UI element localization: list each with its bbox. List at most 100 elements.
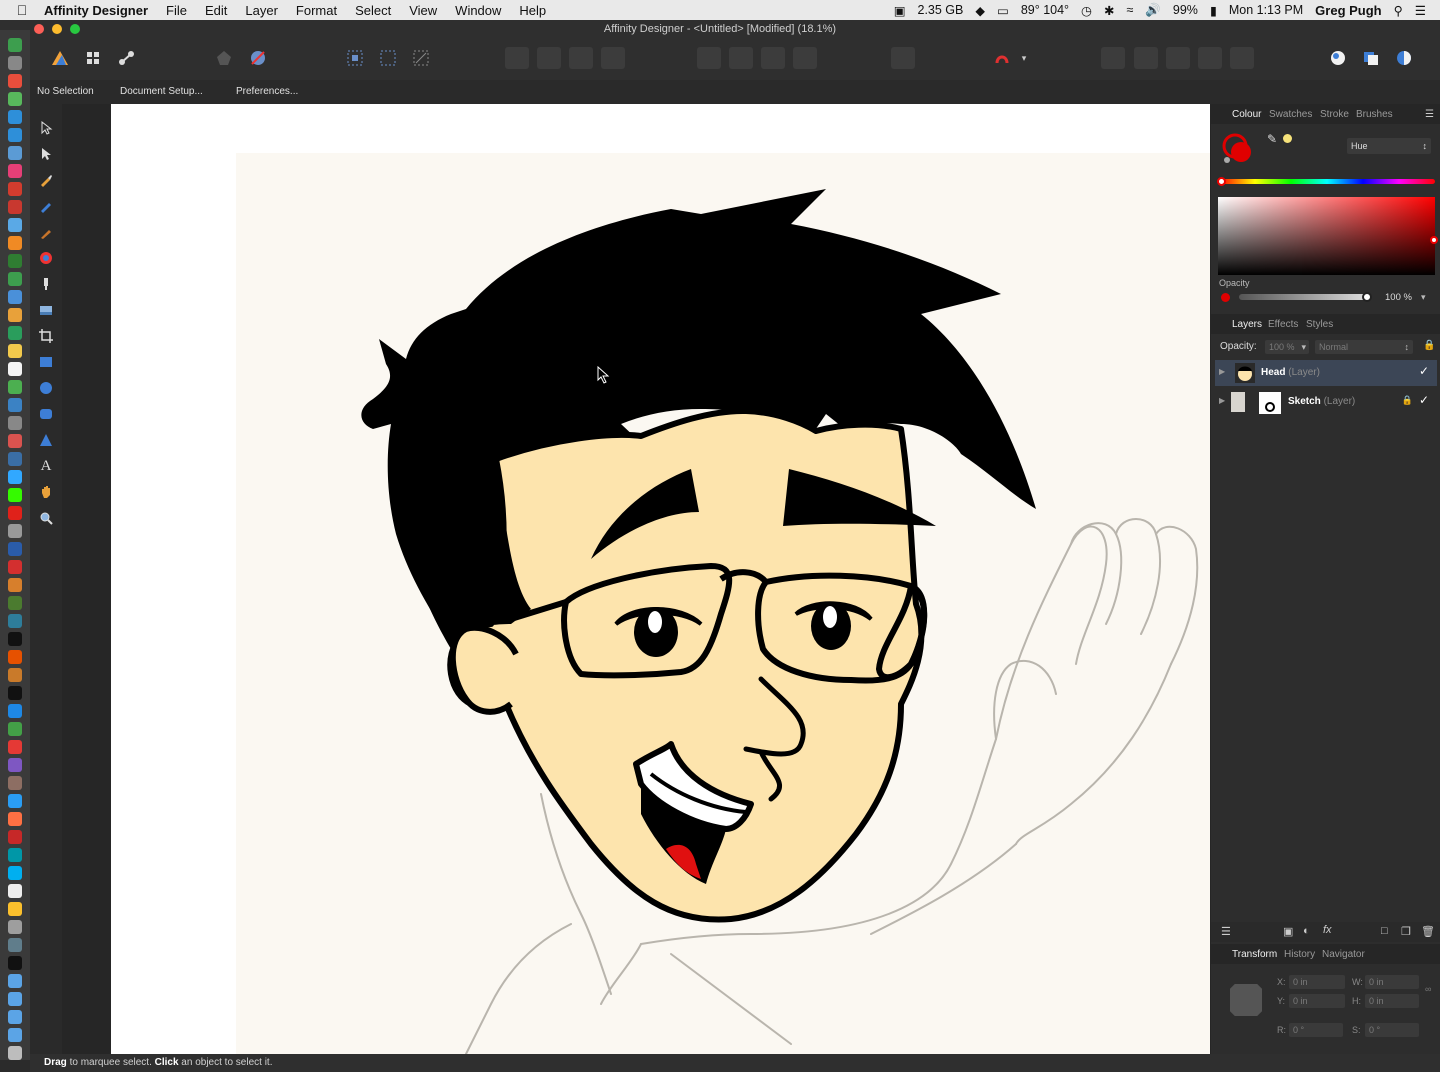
mail-app-icon[interactable] <box>8 542 22 556</box>
launchpad-icon[interactable] <box>8 56 22 70</box>
node-tool-icon[interactable] <box>36 144 56 164</box>
dreamweaver-icon[interactable] <box>8 488 22 502</box>
tab-layers[interactable]: Layers <box>1232 319 1262 330</box>
affinity-icon[interactable] <box>8 452 22 466</box>
chrome-icon[interactable] <box>8 380 22 394</box>
layers-stack-icon[interactable]: ☰ <box>1221 925 1231 938</box>
hue-slider-handle[interactable] <box>1217 177 1226 186</box>
document-setup-button[interactable]: Document Setup... <box>120 86 203 97</box>
select-none-icon[interactable] <box>376 47 400 69</box>
rounded-rectangle-tool-icon[interactable] <box>36 404 56 424</box>
layer-opacity-field[interactable]: 100 % ▾ <box>1265 340 1309 354</box>
duplicate-layer-icon[interactable]: ❐ <box>1401 925 1411 938</box>
documents-folder-icon[interactable] <box>8 1010 22 1024</box>
pen-tool-icon[interactable] <box>36 170 56 190</box>
close-window-button[interactable] <box>34 24 44 34</box>
lock-icon[interactable]: 🔒 <box>1423 340 1435 351</box>
terminal-icon[interactable] <box>8 686 22 700</box>
tab-colour[interactable]: Colour <box>1232 109 1261 120</box>
imovie-icon[interactable] <box>8 758 22 772</box>
opacity-dropdown-icon[interactable]: ▾ <box>1421 292 1426 303</box>
alignment-icon[interactable] <box>891 47 915 69</box>
tab-swatches[interactable]: Swatches <box>1269 109 1312 120</box>
video-app-icon[interactable] <box>8 200 22 214</box>
invert-selection-icon[interactable] <box>409 47 433 69</box>
photoshop-icon[interactable] <box>8 470 22 484</box>
steam-icon[interactable] <box>8 524 22 538</box>
layer-lock-icon[interactable]: 🔒 <box>1402 395 1413 406</box>
expand-icon[interactable]: ▶ <box>1219 367 1225 376</box>
firefox-icon[interactable] <box>8 236 22 250</box>
transfer-app-icon[interactable] <box>8 794 22 808</box>
eyedropper-icon[interactable]: ✎ <box>1267 132 1277 146</box>
triangle-tool-icon[interactable] <box>36 430 56 450</box>
pen-app-icon[interactable] <box>8 578 22 592</box>
clock[interactable]: Mon 1:13 PM <box>1229 3 1303 17</box>
folder-icon[interactable] <box>8 974 22 988</box>
bluetooth-icon[interactable]: ✱ <box>1104 3 1114 18</box>
menu-format[interactable]: Format <box>296 3 337 18</box>
preferences-button[interactable]: Preferences... <box>236 86 298 97</box>
colour-picker-icon[interactable] <box>1392 47 1416 69</box>
calendar-icon[interactable] <box>8 74 22 88</box>
document-app-icon[interactable] <box>8 884 22 898</box>
pages-icon[interactable] <box>8 308 22 322</box>
gear-app-icon[interactable] <box>8 938 22 952</box>
terminal-style-icon[interactable] <box>8 632 22 646</box>
zoom-window-button[interactable] <box>70 24 80 34</box>
layer-row-sketch[interactable]: ▶ Sketch (Layer) 🔒 ✓ <box>1215 389 1437 415</box>
time-machine-icon[interactable]: ◷ <box>1081 3 1092 18</box>
flip-vertical-icon[interactable] <box>729 47 753 69</box>
w-field[interactable]: 0 in <box>1365 975 1419 989</box>
insert-target-icon[interactable] <box>246 47 270 69</box>
notes-icon[interactable] <box>8 272 22 286</box>
app-menu[interactable]: Affinity Designer <box>44 3 148 18</box>
tab-history[interactable]: History <box>1284 949 1315 960</box>
move-back-one-icon[interactable] <box>537 47 561 69</box>
browser-icon[interactable] <box>8 398 22 412</box>
toggle-studio-icon[interactable] <box>1326 47 1350 69</box>
colour-mode-select[interactable]: Hue ↕ <box>1347 138 1431 154</box>
camera-icon[interactable]: ▣ <box>894 3 906 18</box>
visibility-check-icon[interactable]: ✓ <box>1419 364 1429 378</box>
ellipse-tool-icon[interactable] <box>36 378 56 398</box>
snapping-dropdown-icon[interactable]: ▾ <box>1018 47 1030 69</box>
picked-colour-swatch[interactable] <box>1283 134 1292 143</box>
adjustment-icon[interactable]: ◐ <box>1303 925 1310 937</box>
gauge-app-icon[interactable] <box>8 902 22 916</box>
move-to-front-icon[interactable] <box>601 47 625 69</box>
filezilla-icon[interactable] <box>8 830 22 844</box>
notification-center-icon[interactable]: ☰ <box>1415 3 1426 18</box>
select-all-icon[interactable] <box>343 47 367 69</box>
zoom-tool-icon[interactable] <box>36 508 56 528</box>
media-player-icon[interactable] <box>8 812 22 826</box>
fill-tool-icon[interactable] <box>36 248 56 268</box>
memory-status[interactable]: 2.35 GB <box>918 3 964 17</box>
apple-icon[interactable]:  <box>0 2 44 18</box>
network-app-icon[interactable] <box>8 704 22 718</box>
opacity-value[interactable]: 100 % <box>1385 292 1412 303</box>
volume-icon[interactable]: 🔊 <box>1145 3 1161 18</box>
move-tool-icon[interactable] <box>36 118 56 138</box>
transparency-tool-icon[interactable] <box>36 274 56 294</box>
export-persona-icon[interactable] <box>114 47 138 69</box>
text-tool-icon[interactable]: A <box>36 456 56 476</box>
battery-status[interactable]: 99% <box>1173 3 1198 17</box>
temperature-status[interactable]: 89° 104° <box>1021 3 1069 17</box>
media-app-icon[interactable] <box>8 668 22 682</box>
app-store-icon[interactable] <box>8 128 22 142</box>
applications-folder-icon[interactable] <box>8 1028 22 1042</box>
console-icon[interactable] <box>8 956 22 970</box>
menu-select[interactable]: Select <box>355 3 391 18</box>
remote-app-icon[interactable] <box>8 848 22 862</box>
trash-icon[interactable] <box>8 1046 22 1060</box>
add-mask-icon[interactable]: ▣ <box>1283 925 1293 938</box>
itunes-icon[interactable] <box>8 164 22 178</box>
saturation-handle[interactable] <box>1430 236 1438 244</box>
menu-view[interactable]: View <box>409 3 437 18</box>
move-forward-one-icon[interactable] <box>569 47 593 69</box>
flip-horizontal-icon[interactable] <box>697 47 721 69</box>
fill-stroke-swatch[interactable] <box>1221 132 1255 166</box>
delete-layer-icon[interactable]: 🗑 <box>1421 925 1435 938</box>
rotate-left-icon[interactable] <box>761 47 785 69</box>
